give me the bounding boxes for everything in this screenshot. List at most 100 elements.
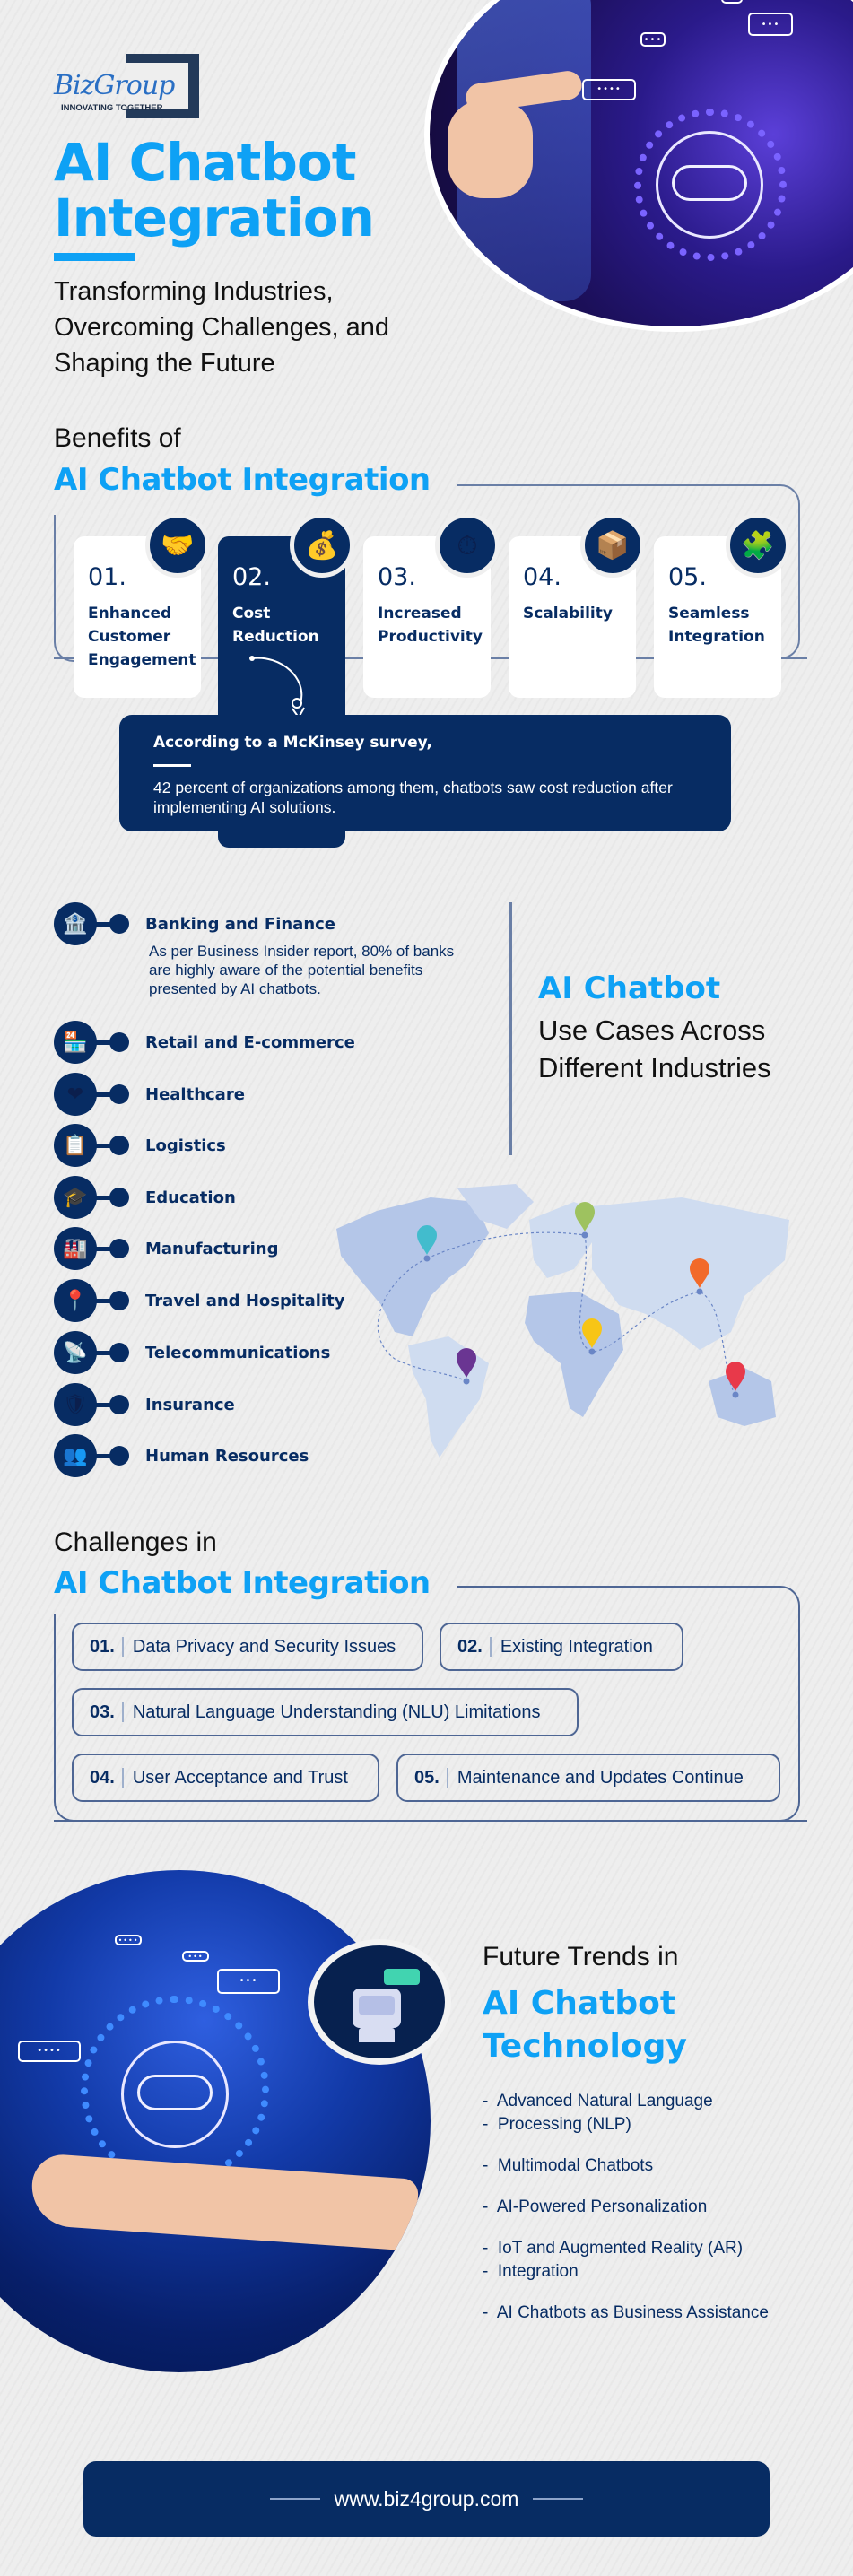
use-cases-title-accent: AI Chatbot (538, 970, 721, 1006)
footer-banner: www.biz4group.com (83, 2461, 770, 2537)
challenge-number: 05. (414, 1768, 448, 1788)
continents (336, 1184, 789, 1458)
challenge-label: Maintenance and Updates Continue (457, 1767, 744, 1788)
bank-icon: 🏦 (54, 902, 97, 945)
industry-label: Retail and E-commerce (145, 1032, 355, 1052)
challenge-item: 02. Existing Integration (440, 1623, 683, 1671)
robot-eyes (672, 165, 747, 201)
hero-title-line2: Integration (54, 187, 375, 248)
benefits-frame-left (54, 515, 75, 662)
challenge-label: Existing Integration (500, 1636, 653, 1657)
website-link[interactable]: www.biz4group.com (335, 2487, 519, 2511)
south-america (408, 1336, 489, 1458)
footer-line-right (533, 2498, 584, 2500)
robot-eyes (137, 2075, 213, 2110)
map-pins-icon: 📍 (54, 1279, 97, 1322)
chat-bubble-icon: •••• (582, 79, 636, 100)
trend-item: Multimodal Chatbots (483, 2154, 841, 2178)
future-title-line2: Technology (483, 2028, 687, 2065)
challenge-item: 05. Maintenance and Updates Continue (396, 1754, 780, 1802)
benefit-card: 📦 04. Scalability (509, 513, 645, 698)
industry-item: 🎓 Education (54, 1176, 236, 1219)
chat-bubble-icon: ••• (748, 13, 793, 36)
money-bag-chart-icon: 💰 (290, 513, 354, 578)
industry-label: Telecommunications (145, 1343, 331, 1362)
benefits-kicker: Benefits of (54, 423, 181, 453)
industry-item: 🏪 Retail and E-commerce (54, 1021, 355, 1064)
hero-image: •••• ••• ••• ••• •••• (424, 0, 853, 332)
industry-item: ❤ Healthcare (54, 1073, 245, 1116)
mckinsey-callout: According to a McKinsey survey, 42 perce… (119, 715, 731, 831)
challenge-label: Natural Language Understanding (NLU) Lim… (132, 1701, 541, 1722)
industry-label: Manufacturing (145, 1239, 279, 1258)
chatbot-badge (308, 1939, 451, 2065)
chatbot-badge-inner (314, 1945, 445, 2058)
curved-arrow-icon (249, 656, 305, 719)
benefit-label: Scalability (523, 605, 613, 622)
trend-item: AI-Powered Personalization (483, 2196, 841, 2219)
asia (592, 1197, 789, 1350)
industry-item: 👥 Human Resources (54, 1434, 309, 1477)
logo-text: BizGroup (54, 70, 175, 101)
benefit-label: Enhanced Customer Engagement (88, 605, 196, 669)
benefit-label: Cost Reduction (232, 605, 319, 646)
antenna-tower-icon: 📡 (54, 1331, 97, 1374)
industry-item: 🏭 Manufacturing (54, 1227, 279, 1270)
challenges-kicker: Challenges in (54, 1527, 217, 1557)
challenge-label: User Acceptance and Trust (132, 1767, 348, 1788)
callout-heading: According to a McKinsey survey, (153, 734, 432, 752)
chat-bubble-icon: ••• (217, 1969, 280, 1994)
challenge-number: 03. (90, 1702, 124, 1722)
challenges-frame-bottom (54, 1820, 807, 1822)
hero-title: AI Chatbot Integration (54, 132, 375, 248)
challenge-item: 01. Data Privacy and Security Issues (72, 1623, 423, 1671)
open-palm-hand (29, 2153, 420, 2251)
hand-palm (448, 100, 533, 198)
hero-title-line1: AI Chatbot (54, 132, 356, 193)
use-cases-title: Use Cases Across Different Industries (538, 1014, 771, 1083)
industry-label: Insurance (145, 1395, 235, 1414)
industry-label: Banking and Finance (145, 914, 336, 934)
chat-bubble-icon: •••• (115, 1935, 142, 1945)
industry-label: Healthcare (145, 1084, 245, 1104)
callout-rule (153, 764, 191, 767)
africa (525, 1292, 623, 1417)
shield-check-icon: 🛡 (54, 1383, 97, 1426)
future-title-line1: AI Chatbot (483, 1985, 676, 2022)
hero-subtitle: Transforming Industries, Overcoming Chal… (54, 277, 389, 378)
logo-tagline: INNOVATING TOGETHER (61, 103, 163, 113)
callout-body: 42 percent of organizations among them, … (153, 779, 673, 816)
hero-image-scene: •••• ••• ••• ••• •••• (430, 0, 853, 326)
brand-logo: BizGroup INNOVATING TOGETHER (54, 54, 199, 118)
industry-item: 📡 Telecommunications (54, 1331, 330, 1374)
graduation-books-icon: 🎓 (54, 1176, 97, 1219)
boxes-clipboard-icon: 📋 (54, 1124, 97, 1167)
industry-label: Human Resources (145, 1446, 309, 1466)
trend-item: Advanced Natural LanguageProcessing (NLP… (483, 2090, 841, 2137)
industry-label: Logistics (145, 1136, 226, 1155)
trend-item: AI Chatbots as Business Assistance (483, 2302, 841, 2325)
robot-visor (359, 1996, 395, 2015)
challenge-number: 02. (457, 1637, 492, 1657)
heart-hand-icon: ❤ (54, 1073, 97, 1116)
world-map (336, 1184, 789, 1458)
trend-item: IoT and Augmented Reality (AR)Integratio… (483, 2237, 841, 2284)
industry-item: 🏦 Banking and Finance (54, 902, 335, 945)
challenge-item: 03. Natural Language Understanding (NLU)… (72, 1688, 579, 1736)
future-kicker: Future Trends in (483, 1942, 679, 1971)
benefit-card: ⏱ 03. Increased Productivity (363, 513, 500, 698)
benefit-label: Increased Productivity (378, 605, 483, 646)
chat-bubble-icon: ••• (721, 0, 743, 4)
trend-list: Advanced Natural LanguageProcessing (NLP… (483, 2090, 841, 2343)
chat-bubble-icon: •••• (18, 2041, 81, 2062)
benefit-card: 🤝 01. Enhanced Customer Engagement (74, 513, 210, 698)
chat-bubble-icon: ••• (640, 32, 666, 47)
industry-item: 📍 Travel and Hospitality (54, 1279, 344, 1322)
chat-bubble-icon: ••• (182, 1951, 209, 1962)
industry-item: 🛡 Insurance (54, 1383, 235, 1426)
hero-underline (54, 253, 135, 261)
challenge-number: 04. (90, 1768, 124, 1788)
handshake-icon: 🤝 (145, 513, 210, 578)
chat-message-icon (384, 1969, 420, 1985)
robot-arm-icon: 🏭 (54, 1227, 97, 1270)
